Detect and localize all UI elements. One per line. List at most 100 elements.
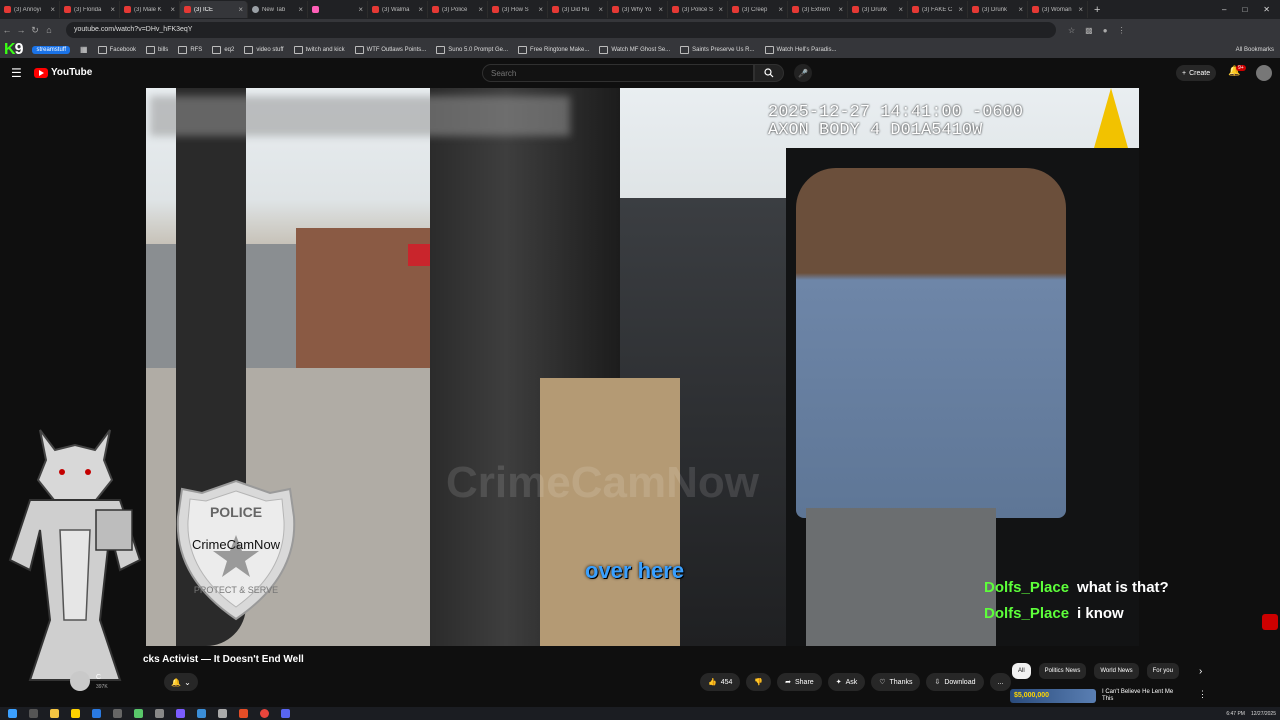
file-explorer-icon[interactable] (50, 709, 59, 718)
download-button[interactable]: ⇩ Download (926, 673, 984, 691)
more-actions-button[interactable]: ... (989, 673, 1012, 691)
close-tab-icon[interactable]: × (110, 5, 115, 14)
close-tab-icon[interactable]: × (778, 5, 783, 14)
close-tab-icon[interactable]: × (838, 5, 843, 14)
close-window-icon[interactable]: ✕ (1263, 5, 1270, 14)
app-icon[interactable] (218, 709, 227, 718)
maximize-icon[interactable]: □ (1242, 5, 1247, 14)
extension-icon[interactable]: ▩ (1085, 26, 1093, 35)
channel-avatar[interactable] (70, 671, 90, 691)
browser-tab[interactable]: (3) Male K × (120, 1, 180, 18)
app-icon[interactable] (134, 709, 143, 718)
close-tab-icon[interactable]: × (50, 5, 55, 14)
browser-tab[interactable]: (3) FAKE C × (908, 1, 968, 18)
bookmark-item[interactable]: Watch Hell's Paradis... (764, 45, 836, 54)
browser-menu-icon[interactable]: ⋮ (1118, 26, 1126, 35)
windows-start-icon[interactable] (8, 709, 17, 718)
browser-tab[interactable]: (3) Did Hu × (548, 1, 608, 18)
filter-chip[interactable]: Politics News (1038, 663, 1087, 679)
ask-button[interactable]: ✦ Ask (827, 673, 866, 691)
bookmark-item[interactable]: Watch MF Ghost Se... (599, 45, 670, 54)
browser-tab[interactable]: (3) Walma × (368, 1, 428, 18)
like-button[interactable]: 👍 454 (700, 673, 741, 691)
search-button[interactable] (754, 64, 784, 82)
close-tab-icon[interactable]: × (418, 5, 423, 14)
mic-button[interactable]: 🎤 (794, 64, 812, 82)
profile-icon[interactable]: ● (1103, 26, 1108, 35)
filter-chip[interactable]: All (1012, 663, 1031, 679)
bookmark-item[interactable]: video stuff (244, 45, 284, 54)
taskbar-search-icon[interactable] (29, 709, 38, 718)
close-tab-icon[interactable]: × (598, 5, 603, 14)
hamburger-menu-icon[interactable]: ☰ (11, 67, 22, 79)
account-avatar[interactable] (1256, 65, 1272, 81)
browser-tab[interactable]: (3) Drunk × (848, 1, 908, 18)
app-icon[interactable] (92, 709, 101, 718)
k9-logo[interactable]: K9 (4, 41, 23, 58)
browser-tab[interactable]: × (308, 1, 368, 18)
side-play-icon[interactable] (1262, 614, 1278, 630)
bookmark-item[interactable]: Saints Preserve Us R... (680, 45, 755, 54)
app-icon[interactable] (281, 709, 290, 718)
bookmark-item[interactable]: bills (145, 45, 168, 54)
star-icon[interactable]: ☆ (1068, 26, 1075, 35)
browser-tab[interactable]: (3) How S × (488, 1, 548, 18)
kebab-menu-icon[interactable]: ⋮ (1198, 689, 1207, 703)
recommended-thumbnail[interactable]: $5,000,000 (1010, 689, 1096, 703)
browser-tab[interactable]: (3) Why Yo × (608, 1, 668, 18)
bookmark-item[interactable]: twitch and kick (293, 45, 345, 54)
close-tab-icon[interactable]: × (898, 5, 903, 14)
close-tab-icon[interactable]: × (658, 5, 663, 14)
close-tab-icon[interactable]: × (170, 5, 175, 14)
subscribe-bell-button[interactable]: 🔔 ⌄ (164, 673, 198, 691)
create-button[interactable]: + Create (1176, 65, 1217, 81)
bookmark-item[interactable]: Suno 5.0 Prompt Ge... (436, 45, 508, 54)
chevron-right-icon[interactable]: › (1199, 666, 1202, 677)
close-tab-icon[interactable]: × (958, 5, 963, 14)
browser-tab[interactable]: (3) Woman × (1028, 1, 1088, 18)
filter-chip[interactable]: World News (1094, 663, 1139, 679)
tray-date[interactable]: 12/27/2025 (1251, 711, 1276, 717)
channel-name[interactable]: C (96, 674, 101, 681)
app-icon[interactable] (113, 709, 122, 718)
recommended-title[interactable]: I Can't Believe He Lent Me This (1102, 689, 1182, 703)
browser-tab[interactable]: (3) Creep × (728, 1, 788, 18)
dislike-button[interactable]: 👎 (746, 673, 772, 691)
browser-tab[interactable]: (3) Florida × (60, 1, 120, 18)
bookmark-item[interactable]: WTF Outlaws Points... (354, 45, 426, 54)
filter-chip[interactable]: For you (1146, 663, 1179, 679)
recommended-video[interactable]: $5,000,000 I Can't Believe He Lent Me Th… (1010, 689, 1207, 703)
new-tab-button[interactable]: + (1088, 4, 1106, 16)
bookmark-item[interactable]: Free Ringtone Make... (517, 45, 589, 54)
app-icon[interactable] (155, 709, 164, 718)
tray-time[interactable]: 6:47 PM (1226, 711, 1245, 717)
share-button[interactable]: ➦ Share (777, 673, 822, 691)
bookmark-item[interactable]: Facebook (97, 45, 136, 54)
home-icon[interactable]: ⌂ (42, 25, 56, 35)
browser-tab[interactable]: New Tab × (248, 1, 308, 18)
url-field[interactable]: youtube.com/watch?v=DHv_hFK3eqY (66, 22, 1056, 38)
reload-icon[interactable]: ↻ (28, 25, 42, 36)
close-tab-icon[interactable]: × (718, 5, 723, 14)
close-tab-icon[interactable]: × (1078, 5, 1083, 14)
chrome-icon[interactable] (260, 709, 269, 718)
thanks-button[interactable]: ♡ Thanks (871, 673, 921, 691)
browser-tab[interactable]: (3) ICE × (180, 1, 248, 18)
forward-icon[interactable]: → (14, 25, 28, 35)
close-tab-icon[interactable]: × (358, 5, 363, 14)
app-icon[interactable] (176, 709, 185, 718)
bookmark-item[interactable]: eq2 (212, 45, 234, 54)
search-input[interactable] (482, 64, 754, 82)
back-icon[interactable]: ← (0, 25, 14, 35)
close-tab-icon[interactable]: × (538, 5, 543, 14)
browser-tab[interactable]: (3) Extrem × (788, 1, 848, 18)
browser-tab[interactable]: (3) Annoyi × (0, 1, 60, 18)
apps-grid-icon[interactable]: ▦ (80, 45, 88, 54)
all-bookmarks-link[interactable]: All Bookmarks (1236, 47, 1274, 53)
close-tab-icon[interactable]: × (478, 5, 483, 14)
bookmark-item[interactable]: RFS (178, 45, 202, 54)
app-icon[interactable] (197, 709, 206, 718)
close-tab-icon[interactable]: × (298, 5, 303, 14)
minimize-icon[interactable]: – (1222, 5, 1226, 14)
close-tab-icon[interactable]: × (1018, 5, 1023, 14)
